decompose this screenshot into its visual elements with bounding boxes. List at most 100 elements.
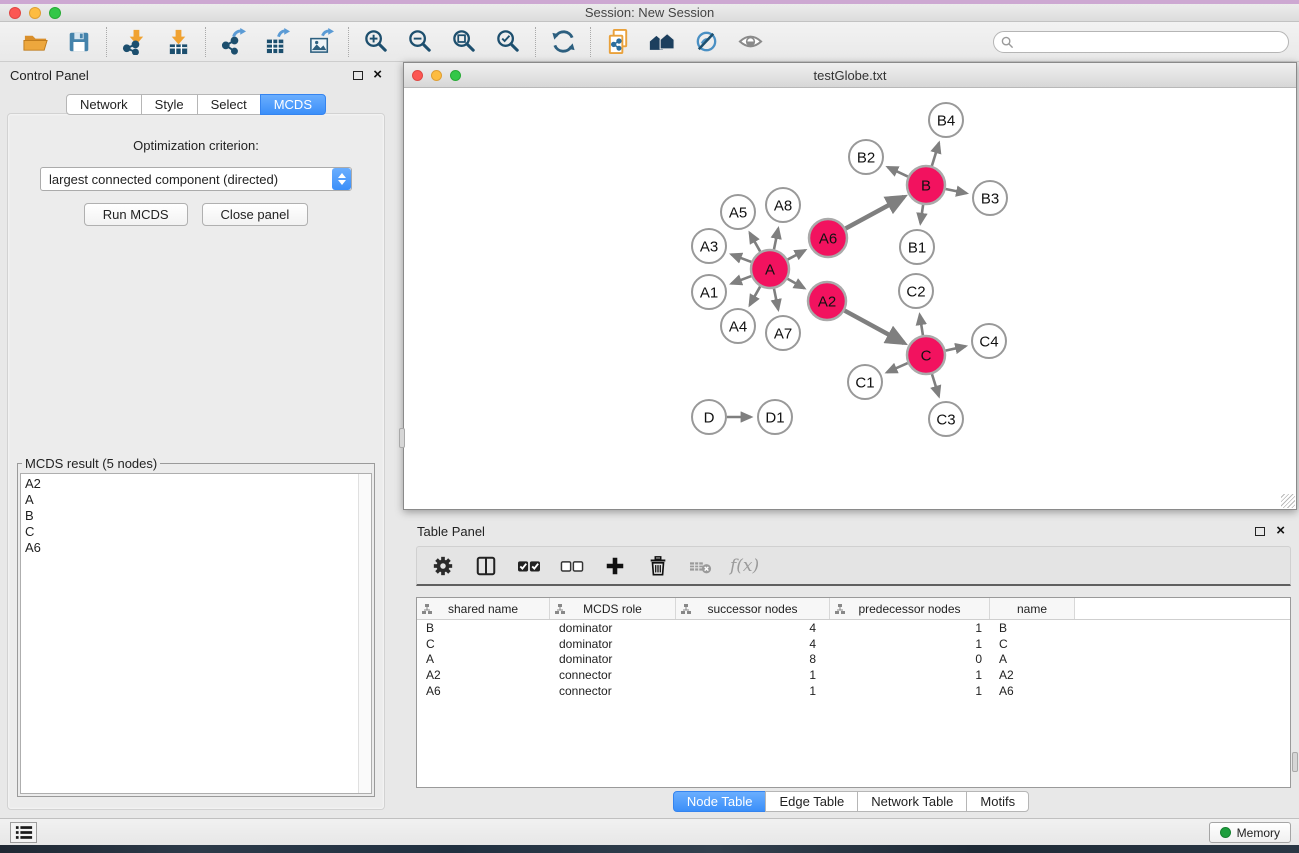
graph-node-A3[interactable]: A3 bbox=[692, 229, 726, 263]
fit-content-button[interactable] bbox=[450, 28, 478, 56]
graph-edge-B-B3[interactable] bbox=[946, 189, 967, 193]
graph-edge-B-B2[interactable] bbox=[888, 167, 908, 176]
panel-divider-grip[interactable] bbox=[399, 428, 405, 448]
mcds-result-list[interactable]: A2ABCA6 bbox=[20, 473, 372, 794]
table-row[interactable]: Cdominator41C bbox=[417, 636, 1290, 652]
graph-node-B2[interactable]: B2 bbox=[849, 140, 883, 174]
run-mcds-button[interactable]: Run MCDS bbox=[84, 203, 188, 226]
graph-edge-C-C4[interactable] bbox=[946, 346, 966, 350]
graph-edge-A-A7[interactable] bbox=[774, 289, 778, 310]
select-all-button[interactable] bbox=[515, 552, 543, 580]
graph-node-D1[interactable]: D1 bbox=[758, 400, 792, 434]
import-network-button[interactable] bbox=[120, 28, 148, 56]
graph-node-A[interactable]: A bbox=[751, 250, 789, 288]
column-header-shared-name[interactable]: shared name bbox=[417, 598, 550, 619]
mcds-list-scrollbar[interactable] bbox=[358, 474, 371, 793]
graph-edge-A-A8[interactable] bbox=[774, 229, 778, 250]
graph-node-A7[interactable]: A7 bbox=[766, 316, 800, 350]
zoom-out-button[interactable] bbox=[406, 28, 434, 56]
graph-node-C2[interactable]: C2 bbox=[899, 274, 933, 308]
close-panel-icon[interactable]: × bbox=[373, 70, 382, 80]
close-panel-icon[interactable]: × bbox=[1276, 526, 1285, 536]
graph-node-C[interactable]: C bbox=[907, 336, 945, 374]
bird-eye-view-button[interactable] bbox=[736, 28, 764, 56]
export-table-button[interactable] bbox=[263, 28, 291, 56]
graph-node-C1[interactable]: C1 bbox=[848, 365, 882, 399]
graph-node-A2[interactable]: A2 bbox=[808, 282, 846, 320]
graph-node-B3[interactable]: B3 bbox=[973, 181, 1007, 215]
graph-node-A4[interactable]: A4 bbox=[721, 309, 755, 343]
graph-edge-C-C3[interactable] bbox=[932, 374, 939, 396]
import-table-button[interactable] bbox=[164, 28, 192, 56]
graph-edge-C-C1[interactable] bbox=[887, 363, 908, 372]
graph-node-C3[interactable]: C3 bbox=[929, 402, 963, 436]
mcds-result-item[interactable]: A6 bbox=[25, 540, 371, 556]
graph-node-A6[interactable]: A6 bbox=[809, 219, 847, 257]
refresh-button[interactable] bbox=[549, 28, 577, 56]
column-header-successor-nodes[interactable]: successor nodes bbox=[676, 598, 830, 619]
graph-node-B1[interactable]: B1 bbox=[900, 230, 934, 264]
export-image-button[interactable] bbox=[307, 28, 335, 56]
show-graphics-details-button[interactable] bbox=[692, 28, 720, 56]
task-history-button[interactable] bbox=[10, 822, 37, 843]
tab-select[interactable]: Select bbox=[197, 94, 261, 115]
column-header-mcds-role[interactable]: MCDS role bbox=[550, 598, 676, 619]
mcds-result-item[interactable]: C bbox=[25, 524, 371, 540]
table-row[interactable]: A6connector11A6 bbox=[417, 683, 1290, 699]
graph-node-B[interactable]: B bbox=[907, 166, 945, 204]
tab-node-table[interactable]: Node Table bbox=[673, 791, 767, 812]
graph-edge-A-A3[interactable] bbox=[731, 254, 751, 261]
export-network-button[interactable] bbox=[219, 28, 247, 56]
search-input[interactable] bbox=[1019, 35, 1288, 49]
delete-row-button[interactable] bbox=[644, 552, 672, 580]
float-panel-icon[interactable] bbox=[1255, 527, 1265, 536]
tab-mcds[interactable]: MCDS bbox=[260, 94, 326, 115]
float-panel-icon[interactable] bbox=[353, 71, 363, 80]
graph-edge-A-A1[interactable] bbox=[731, 276, 751, 283]
graph-edge-A-A2[interactable] bbox=[787, 279, 804, 288]
graph-node-D[interactable]: D bbox=[692, 400, 726, 434]
graph-edge-B-B4[interactable] bbox=[932, 143, 939, 166]
new-network-from-selection-button[interactable] bbox=[604, 28, 632, 56]
graph-node-B4[interactable]: B4 bbox=[929, 103, 963, 137]
tab-motifs[interactable]: Motifs bbox=[966, 791, 1029, 812]
tab-network[interactable]: Network bbox=[66, 94, 142, 115]
mcds-result-item[interactable]: A bbox=[25, 492, 371, 508]
mcds-result-item[interactable]: B bbox=[25, 508, 371, 524]
network-window-titlebar[interactable]: testGlobe.txt bbox=[404, 63, 1296, 88]
graph-edge-B-B1[interactable] bbox=[920, 205, 923, 223]
tab-style[interactable]: Style bbox=[141, 94, 198, 115]
save-session-button[interactable] bbox=[65, 28, 93, 56]
graph-edge-A6-B[interactable] bbox=[846, 197, 904, 229]
graph-edge-A-A5[interactable] bbox=[750, 233, 760, 252]
deselect-all-button[interactable] bbox=[558, 552, 586, 580]
add-row-button[interactable] bbox=[601, 552, 629, 580]
graph-node-C4[interactable]: C4 bbox=[972, 324, 1006, 358]
open-file-button[interactable] bbox=[21, 28, 49, 56]
close-panel-button[interactable]: Close panel bbox=[202, 203, 309, 226]
graph-edge-A-A6[interactable] bbox=[788, 250, 805, 259]
destroy-network-button[interactable] bbox=[648, 28, 676, 56]
tab-network-table[interactable]: Network Table bbox=[857, 791, 967, 812]
mcds-result-item[interactable]: A2 bbox=[25, 476, 371, 492]
column-header-predecessor-nodes[interactable]: predecessor nodes bbox=[830, 598, 990, 619]
network-canvas[interactable]: B4 B2 B B3 A8 A5 A6 A3 B1 A A1 C2 A2 A4 A7 C4 C C1 C3 D D1 bbox=[404, 88, 1296, 509]
zoom-selected-button[interactable] bbox=[494, 28, 522, 56]
graph-edge-C-C2[interactable] bbox=[920, 315, 923, 336]
table-settings-button[interactable] bbox=[429, 552, 457, 580]
graph-edge-A-A4[interactable] bbox=[750, 286, 760, 305]
table-row[interactable]: Bdominator41B bbox=[417, 620, 1290, 636]
graph-node-A1[interactable]: A1 bbox=[692, 275, 726, 309]
zoom-in-button[interactable] bbox=[362, 28, 390, 56]
table-row[interactable]: Adominator80A bbox=[417, 652, 1290, 668]
graph-node-A8[interactable]: A8 bbox=[766, 188, 800, 222]
window-resize-grip[interactable] bbox=[1281, 494, 1295, 508]
tab-edge-table[interactable]: Edge Table bbox=[765, 791, 858, 812]
graph-node-A5[interactable]: A5 bbox=[721, 195, 755, 229]
table-row[interactable]: A2connector11A2 bbox=[417, 667, 1290, 683]
search-field[interactable] bbox=[993, 31, 1289, 53]
show-column-button[interactable] bbox=[472, 552, 500, 580]
optimization-criterion-select[interactable]: largest connected component (directed) bbox=[40, 167, 352, 191]
column-header-name[interactable]: name bbox=[990, 598, 1075, 619]
graph-edge-A2-C[interactable] bbox=[845, 311, 904, 343]
